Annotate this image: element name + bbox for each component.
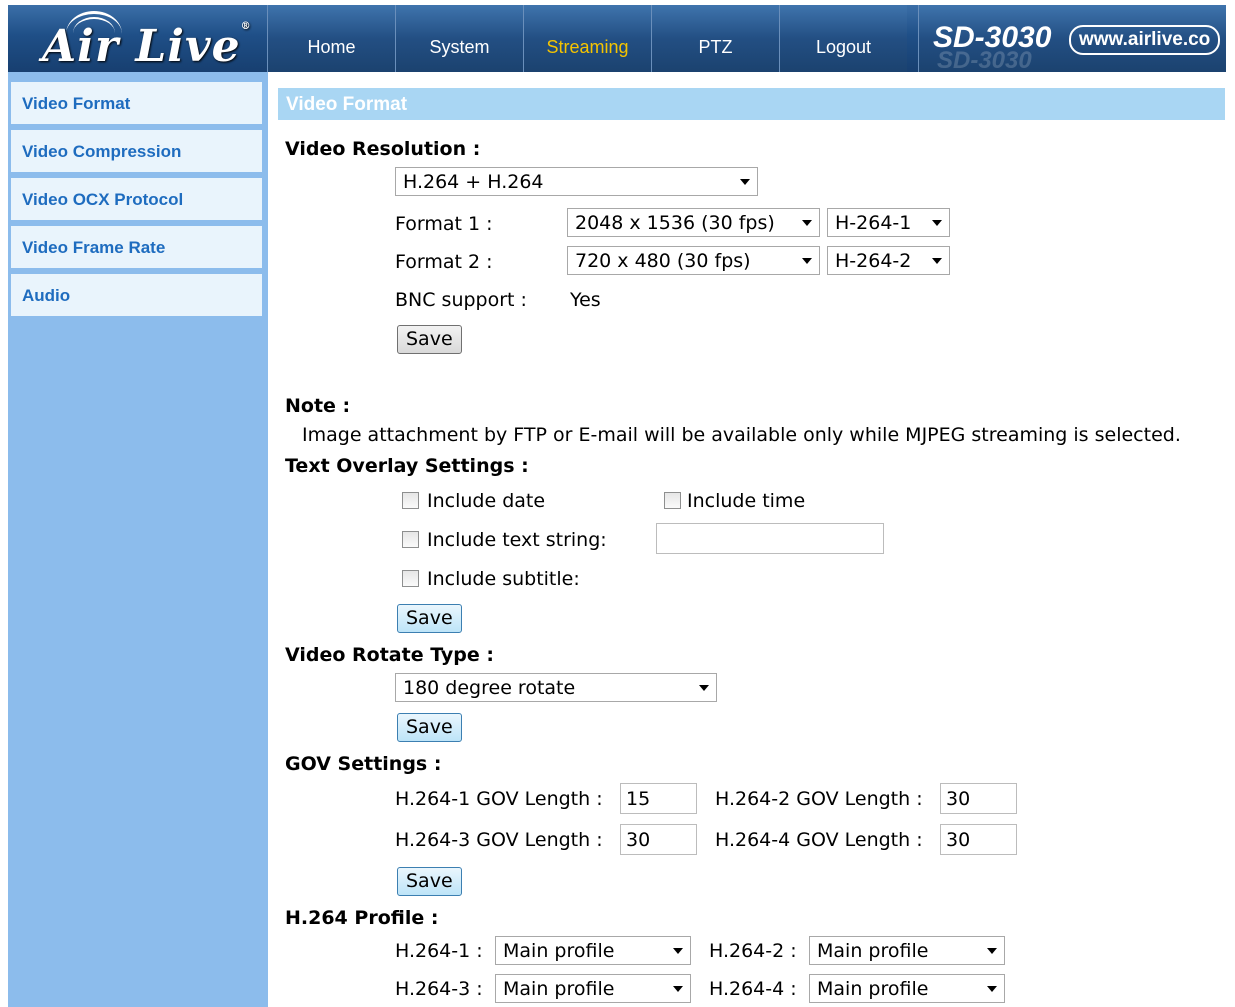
include-text-string-label: Include text string: [427,529,607,551]
format2-label: Format 2 : [395,251,493,273]
save-rotate-button[interactable]: Save [397,713,462,742]
format1-label: Format 1 : [395,213,493,235]
save-gov-button[interactable]: Save [397,867,462,896]
page-title-bar: Video Format [278,88,1225,120]
nav-ptz[interactable]: PTZ [651,5,779,72]
format1-codec-select[interactable]: H-264-1 [827,208,950,237]
airlive-logo[interactable]: Air Live® [8,5,265,72]
resolution-mode-select[interactable]: H.264 + H.264 [395,167,758,196]
top-navigation-bar: Air Live® Home System Streaming PTZ Logo… [8,5,1226,72]
text-overlay-heading: Text Overlay Settings : [285,455,529,477]
format2-codec-select[interactable]: H-264-2 [827,246,950,275]
sidebar-item-video-format[interactable]: Video Format [11,82,262,124]
note-heading: Note : [285,395,351,417]
nav-system[interactable]: System [395,5,523,72]
chevron-down-icon [699,685,709,691]
gov-h264-4-label: H.264-4 GOV Length : [715,829,923,851]
h264-profile-heading: H.264 Profile : [285,907,439,929]
chevron-down-icon [932,258,942,264]
text-string-input[interactable] [656,523,884,554]
page-title: Video Format [286,94,408,115]
format2-resolution-select[interactable]: 720 x 480 (30 fps) [567,246,820,275]
include-text-string-checkbox[interactable] [402,531,419,548]
include-date-label: Include date [427,490,546,512]
gov-h264-3-input[interactable]: 30 [620,824,697,855]
profile-h264-2-label: H.264-2 : [709,940,797,962]
nav-streaming[interactable]: Streaming [523,5,651,72]
include-time-checkbox[interactable] [664,492,681,509]
gov-h264-1-label: H.264-1 GOV Length : [395,788,603,810]
include-subtitle-label: Include subtitle: [427,568,580,590]
gov-h264-4-input[interactable]: 30 [940,824,1017,855]
profile-h264-3-select[interactable]: Main profile [495,974,691,1003]
chevron-down-icon [802,220,812,226]
chevron-down-icon [932,220,942,226]
include-date-checkbox[interactable] [402,492,419,509]
chevron-down-icon [673,986,683,992]
main-nav: Home System Streaming PTZ Logout [267,5,907,72]
profile-h264-4-select[interactable]: Main profile [809,974,1005,1003]
main-content: Video Format Video Resolution : H.264 + … [278,88,1225,1007]
model-name: SD-3030 [933,21,1052,54]
format1-resolution-select[interactable]: 2048 x 1536 (30 fps) [567,208,820,237]
gov-h264-2-label: H.264-2 GOV Length : [715,788,923,810]
nav-logout[interactable]: Logout [779,5,907,72]
model-banner: SD-3030 SD-3030 www.airlive.co [918,5,1226,72]
include-subtitle-checkbox[interactable] [402,570,419,587]
profile-h264-3-label: H.264-3 : [395,978,483,1000]
gov-h264-1-input[interactable]: 15 [620,783,697,814]
video-rotate-heading: Video Rotate Type : [285,644,494,666]
sidebar-item-video-ocx-protocol[interactable]: Video OCX Protocol [11,178,262,220]
chevron-down-icon [987,986,997,992]
chevron-down-icon [802,258,812,264]
bnc-support-label: BNC support : [395,289,527,311]
sidebar-item-audio[interactable]: Audio [11,274,262,316]
sidebar-item-video-frame-rate[interactable]: Video Frame Rate [11,226,262,268]
include-time-label: Include time [687,490,806,512]
note-text: Image attachment by FTP or E-mail will b… [302,424,1181,446]
chevron-down-icon [673,948,683,954]
gov-h264-2-input[interactable]: 30 [940,783,1017,814]
chevron-down-icon [740,179,750,185]
website-link[interactable]: www.airlive.co [1069,25,1221,55]
save-overlay-button[interactable]: Save [397,604,462,633]
chevron-down-icon [987,948,997,954]
gov-settings-heading: GOV Settings : [285,753,442,775]
nav-home[interactable]: Home [267,5,395,72]
profile-h264-4-label: H.264-4 : [709,978,797,1000]
rotate-type-select[interactable]: 180 degree rotate [395,673,717,702]
gov-h264-3-label: H.264-3 GOV Length : [395,829,603,851]
sidebar: Video Format Video Compression Video OCX… [8,72,268,1007]
bnc-support-value: Yes [570,289,601,311]
profile-h264-1-select[interactable]: Main profile [495,936,691,965]
profile-h264-2-select[interactable]: Main profile [809,936,1005,965]
save-resolution-button[interactable]: Save [397,325,462,354]
sidebar-item-video-compression[interactable]: Video Compression [11,130,262,172]
video-resolution-heading: Video Resolution : [285,138,481,160]
profile-h264-1-label: H.264-1 : [395,940,483,962]
